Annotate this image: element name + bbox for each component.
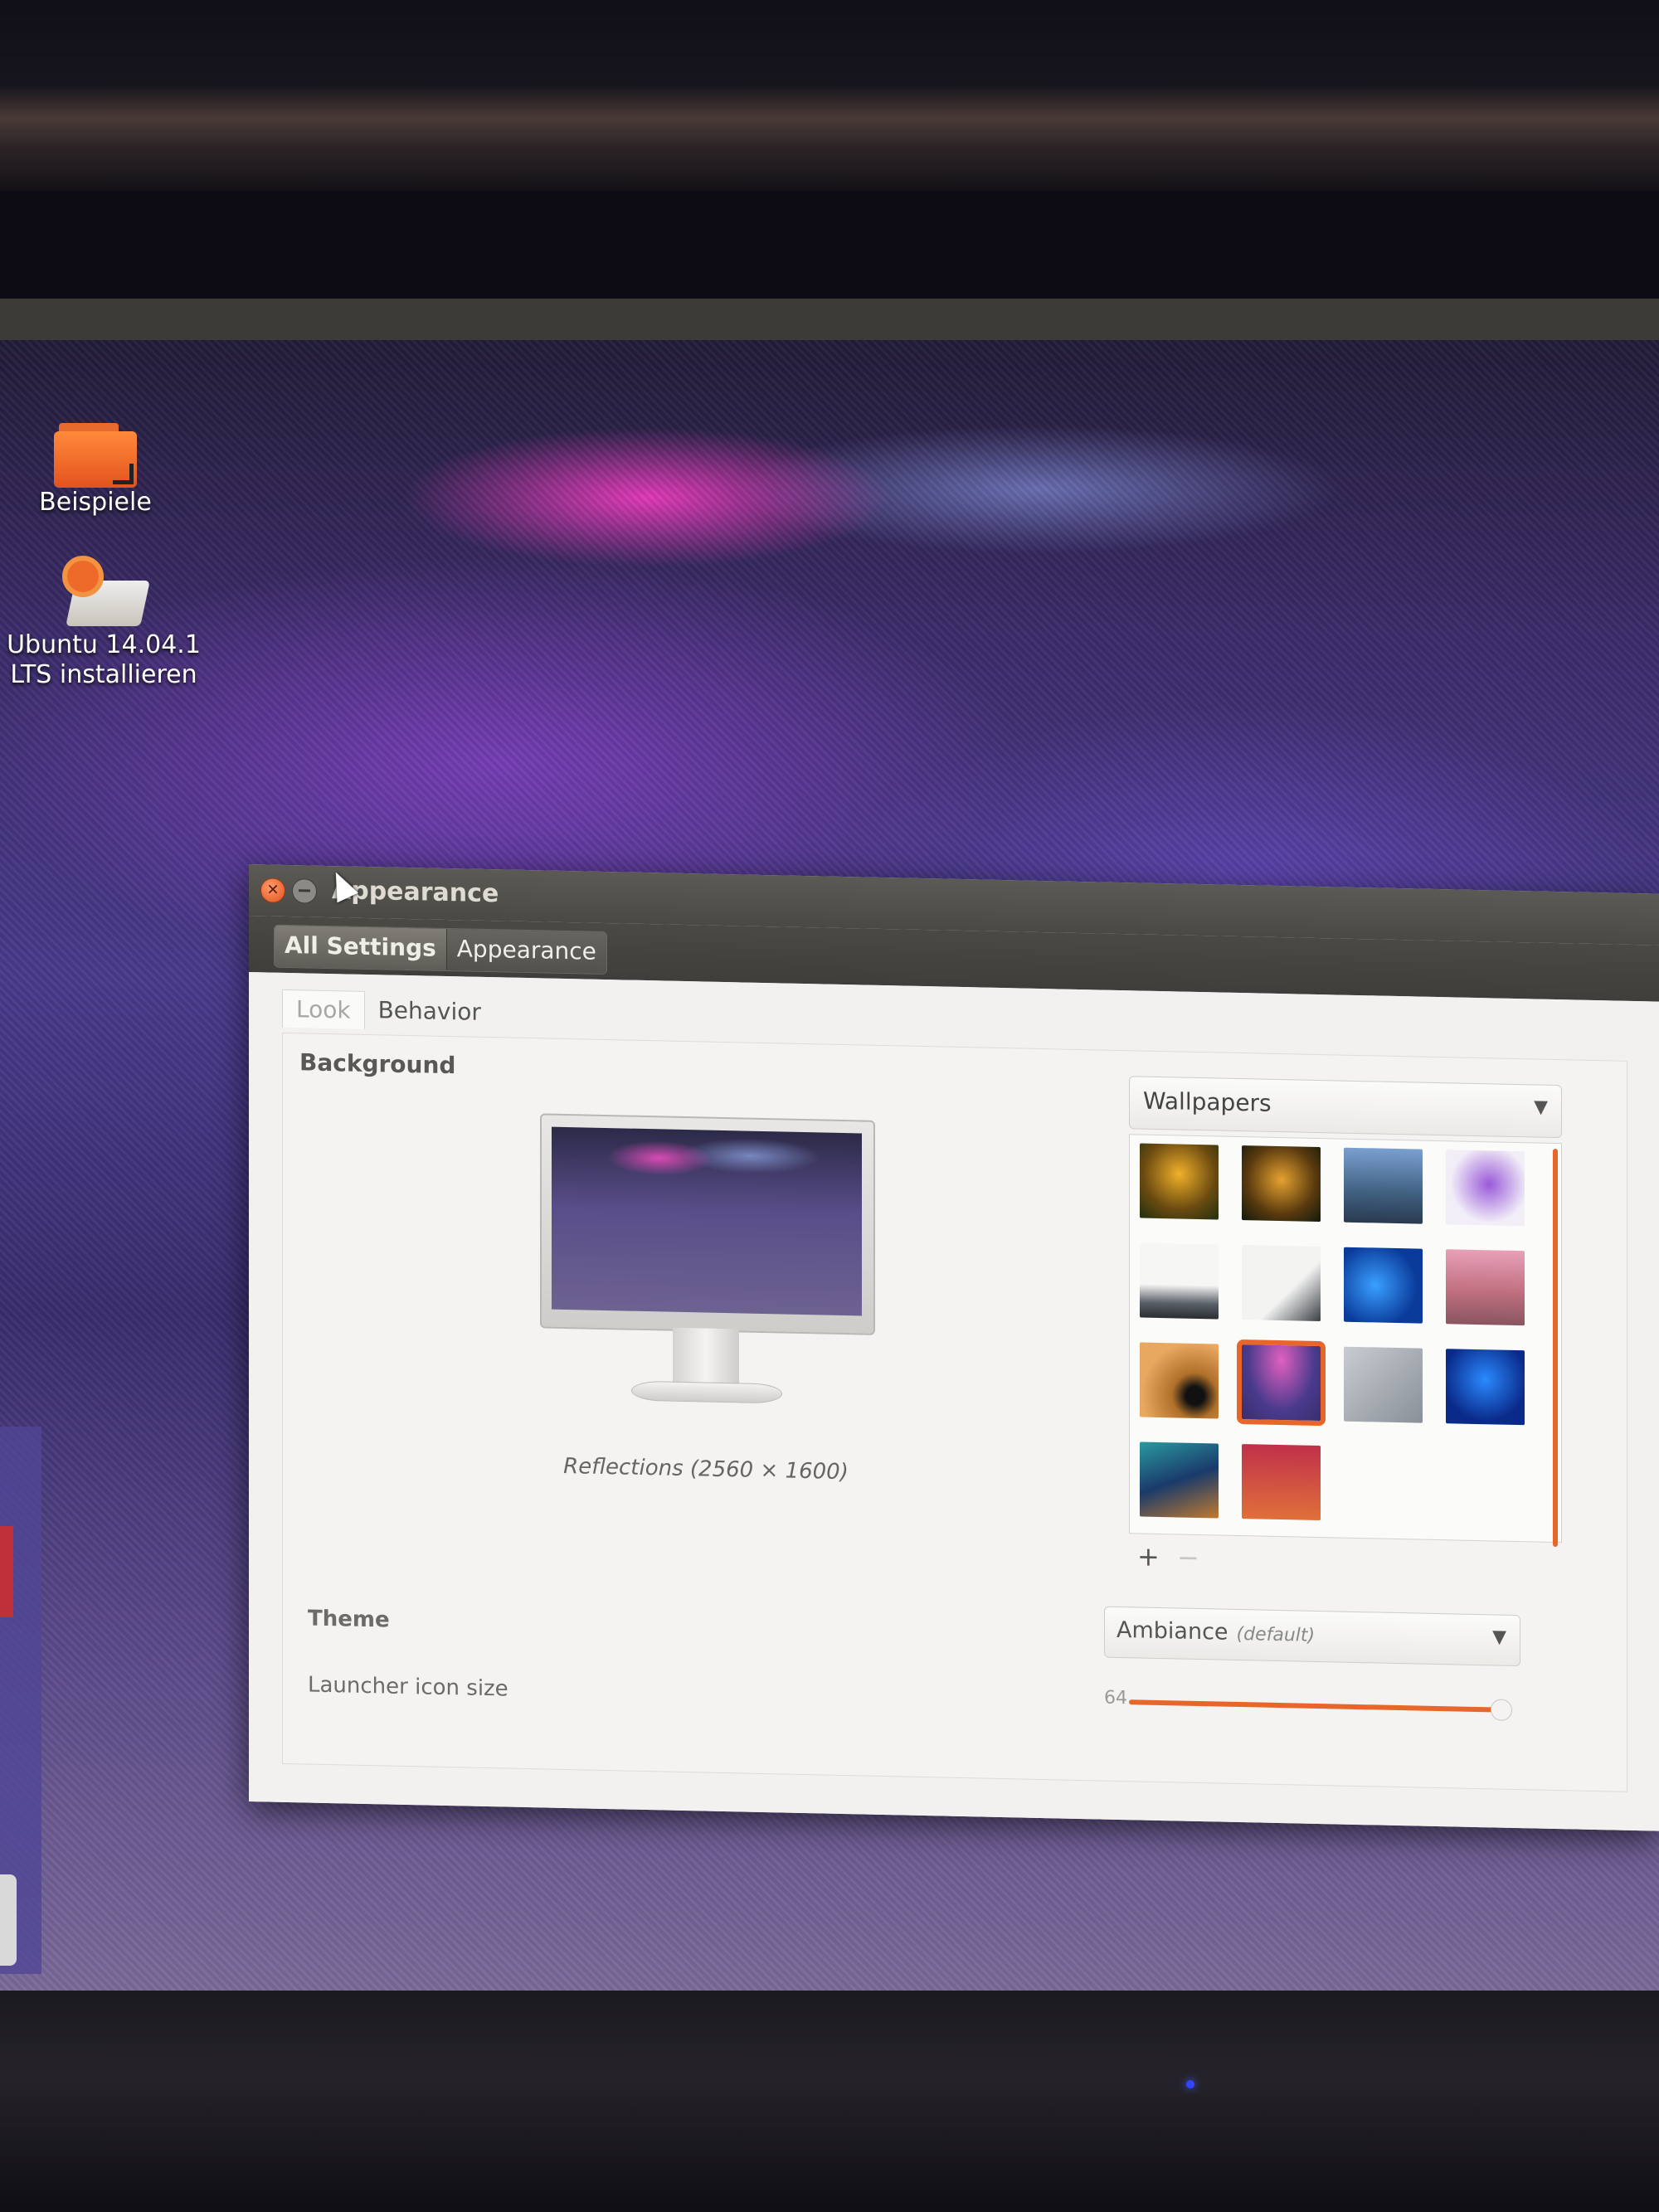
desktop-icon-label: Beispiele: [39, 488, 152, 517]
theme-dropdown[interactable]: Ambiance (default) ▼: [1104, 1606, 1520, 1667]
close-icon: ✕: [266, 881, 280, 899]
wallpaper-thumb[interactable]: [1344, 1247, 1423, 1324]
breadcrumb-appearance[interactable]: Appearance: [446, 929, 606, 975]
theme-default-note: (default): [1236, 1623, 1316, 1646]
wallpaper-preview: [552, 1126, 862, 1316]
launcher-icon-size-value: 64: [1104, 1687, 1127, 1709]
background-label: Background: [299, 1048, 456, 1080]
wallpaper-thumb[interactable]: [1344, 1147, 1423, 1224]
wallpaper-toolbar: + −: [1129, 1539, 1560, 1584]
wallpaper-thumb[interactable]: [1446, 1349, 1525, 1426]
chevron-down-icon: ▼: [1534, 1096, 1548, 1118]
monitor-bezel-bottom: [0, 1991, 1659, 2212]
wallpaper-thumb[interactable]: [1140, 1441, 1219, 1519]
desktop-icon-installer[interactable]: Ubuntu 14.04.1 LTS installieren: [0, 556, 216, 690]
content-area: Look Behavior Background Reflections (25…: [249, 972, 1659, 1831]
tab-bar: Look Behavior: [282, 989, 494, 1032]
wallpaper-thumb[interactable]: [1242, 1444, 1321, 1521]
monitor-bezel-top: [0, 0, 1659, 191]
wallpaper-thumb[interactable]: [1344, 1346, 1423, 1423]
desktop-icon-beispiele[interactable]: Beispiele: [25, 423, 166, 518]
wallpaper-thumb[interactable]: [1242, 1245, 1321, 1322]
installer-icon: [62, 556, 150, 630]
tab-behavior[interactable]: Behavior: [365, 991, 494, 1032]
launcher-icon-size-label: Launcher icon size: [308, 1672, 508, 1702]
wallpaper-thumb[interactable]: [1140, 1342, 1219, 1419]
breadcrumb: All Settings Appearance: [274, 924, 607, 975]
top-panel: [0, 299, 1659, 340]
launcher-icon-size-slider[interactable]: [1129, 1699, 1494, 1713]
wallpaper-thumb[interactable]: [1446, 1150, 1525, 1227]
launcher-item[interactable]: [0, 1874, 17, 1966]
wallpaper-preview-monitor: [540, 1113, 875, 1335]
tab-look[interactable]: Look: [282, 989, 365, 1029]
wallpaper-thumb[interactable]: [1446, 1249, 1525, 1326]
folder-icon: [54, 423, 137, 488]
monitor-base: [631, 1380, 782, 1404]
wallpaper-thumb[interactable]: [1242, 1145, 1321, 1223]
chevron-down-icon: ▼: [1492, 1626, 1506, 1648]
theme-value: Ambiance (default): [1117, 1616, 1316, 1646]
breadcrumb-all-settings[interactable]: All Settings: [275, 925, 447, 971]
wallpaper-thumb-selected[interactable]: [1237, 1339, 1326, 1427]
minimize-icon: [299, 889, 310, 892]
remove-wallpaper-button[interactable]: −: [1177, 1541, 1199, 1573]
slider-handle[interactable]: [1491, 1699, 1512, 1721]
close-button[interactable]: ✕: [260, 878, 285, 903]
theme-label: Theme: [308, 1606, 390, 1633]
add-wallpaper-button[interactable]: +: [1137, 1540, 1160, 1573]
minimize-button[interactable]: [292, 878, 317, 904]
look-panel: Background Reflections (2560 × 1600) Wal…: [282, 1032, 1627, 1792]
monitor-stand: [673, 1327, 739, 1388]
launcher-item[interactable]: [0, 1526, 13, 1617]
wallpaper-source-dropdown[interactable]: Wallpapers ▼: [1129, 1076, 1562, 1139]
wallpaper-thumb[interactable]: [1140, 1242, 1219, 1320]
desktop-icon-label: Ubuntu 14.04.1 LTS installieren: [7, 630, 201, 689]
wallpaper-caption: Reflections (2560 × 1600): [563, 1453, 849, 1485]
wallpaper-thumb[interactable]: [1140, 1143, 1219, 1220]
wallpaper-source-value: Wallpapers: [1143, 1087, 1272, 1117]
appearance-window: ✕ Appearance All Settings Appearance Loo…: [249, 864, 1659, 1831]
power-led: [1186, 2080, 1194, 2088]
wallpaper-scrollbar[interactable]: [1553, 1148, 1558, 1548]
wallpaper-grid: [1129, 1134, 1562, 1548]
